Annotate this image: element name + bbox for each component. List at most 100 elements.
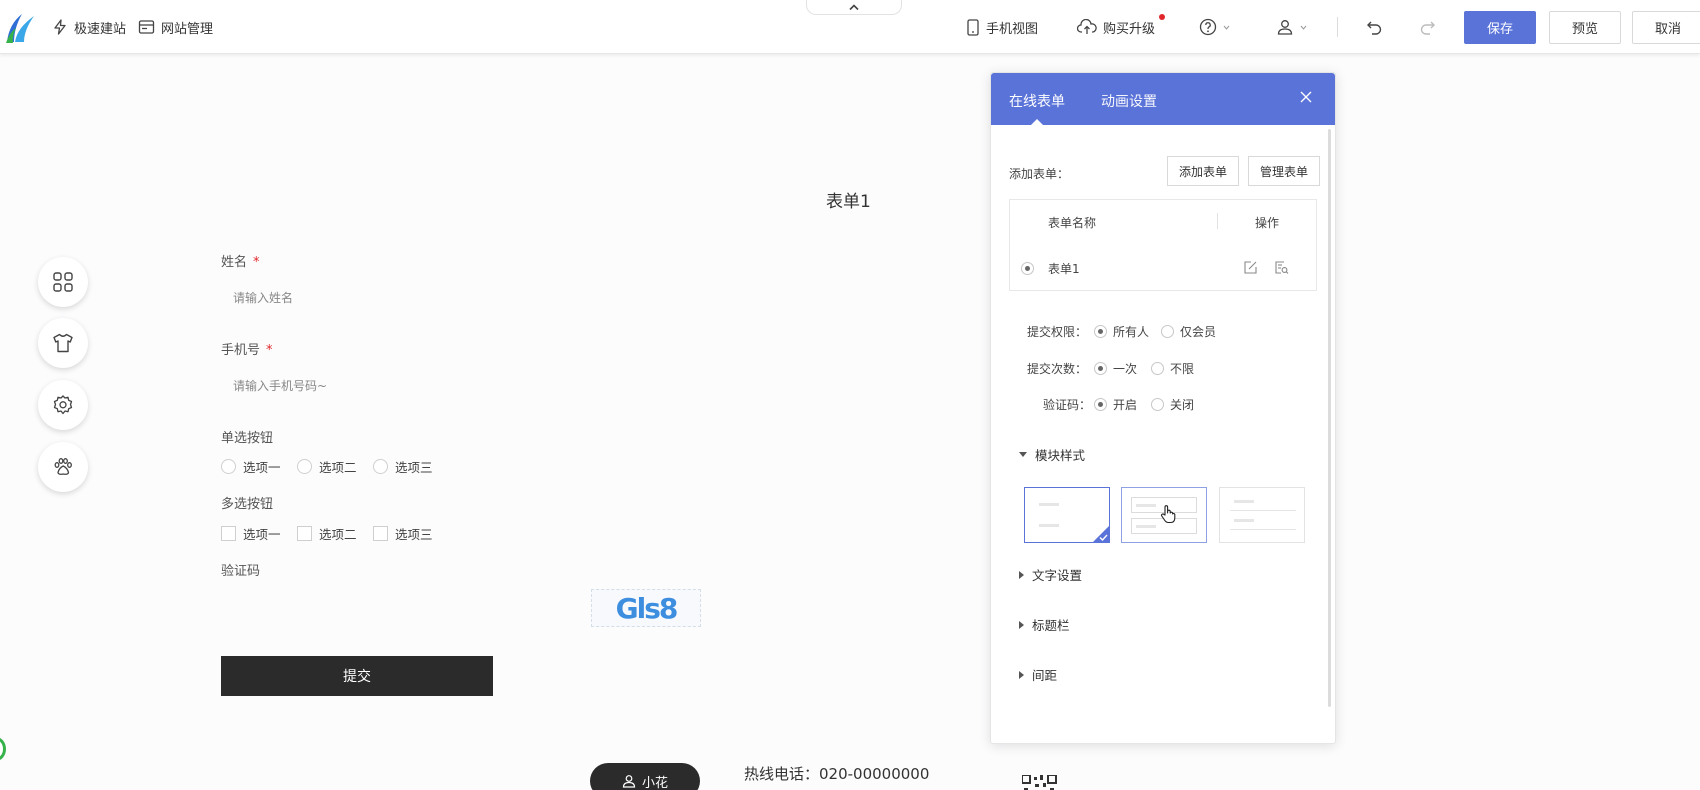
captcha-on-radio[interactable] (1094, 398, 1107, 411)
notification-dot (1159, 14, 1165, 20)
style-option-2[interactable] (1121, 487, 1207, 543)
form-list-table: 表单名称 操作 表单1 (1009, 199, 1317, 291)
site-manage-button[interactable]: 网站管理 (138, 0, 213, 54)
radio-circle[interactable] (221, 459, 236, 474)
contact-button[interactable]: 小花 (590, 763, 700, 790)
undo-button[interactable] (1366, 0, 1383, 54)
permission-member-radio[interactable] (1161, 325, 1174, 338)
help-menu[interactable] (1199, 0, 1230, 54)
checkbox-option-2[interactable]: 选项二 (297, 524, 357, 543)
permission-all-radio[interactable] (1094, 325, 1107, 338)
radio-circle[interactable] (373, 459, 388, 474)
view-data-icon[interactable] (1274, 260, 1289, 275)
cancel-button[interactable]: 取消 (1632, 11, 1700, 44)
submit-button[interactable]: 提交 (221, 656, 493, 696)
service-float-button[interactable] (0, 737, 6, 761)
table-header-divider (1217, 213, 1218, 229)
shirt-icon (53, 333, 73, 353)
module-style-section[interactable]: 模块样式 (1019, 445, 1085, 464)
redo-button[interactable] (1419, 0, 1436, 54)
captcha-setting-label: 验证码： (1043, 398, 1092, 412)
chevron-down-icon (1300, 25, 1307, 30)
plugins-tool-button[interactable] (38, 442, 88, 492)
submit-permission-label: 提交权限： (1027, 325, 1088, 339)
permission-all-label[interactable]: 所有人 (1113, 323, 1149, 340)
quick-build-label: 极速建站 (74, 21, 127, 37)
gear-icon (53, 395, 73, 415)
captcha-text: Gls8 (615, 591, 679, 625)
qr-code-icon (1022, 775, 1057, 790)
count-unlimited-label[interactable]: 不限 (1170, 360, 1194, 377)
submit-count-label: 提交次数： (1027, 362, 1088, 376)
phone-label: 手机号 * (221, 343, 273, 358)
table-header-name: 表单名称 (1048, 216, 1097, 230)
captcha-image[interactable]: Gls8 (591, 589, 701, 627)
spacing-section[interactable]: 间距 (1019, 665, 1057, 684)
captcha-on-label[interactable]: 开启 (1113, 396, 1137, 413)
permission-member-label[interactable]: 仅会员 (1180, 323, 1216, 340)
theme-tool-button[interactable] (38, 318, 88, 368)
required-mark: * (266, 343, 273, 358)
upgrade-label: 购买升级 (1103, 21, 1156, 37)
manage-form-button[interactable]: 管理表单 (1248, 156, 1321, 186)
collapse-toolbar-tab[interactable] (806, 0, 902, 15)
captcha-off-radio[interactable] (1151, 398, 1164, 411)
user-icon (1277, 20, 1293, 35)
count-once-label[interactable]: 一次 (1113, 360, 1137, 377)
panel-scrollbar[interactable] (1328, 129, 1331, 707)
name-input[interactable] (221, 278, 981, 318)
hand-pointer-icon (1161, 505, 1176, 524)
text-settings-section[interactable]: 文字设置 (1019, 565, 1082, 584)
logo[interactable] (4, 10, 38, 44)
checkbox-box[interactable] (297, 526, 312, 541)
toolbar-divider (1337, 17, 1338, 37)
style-option-1[interactable] (1024, 487, 1110, 543)
add-form-button[interactable]: 添加表单 (1167, 156, 1240, 186)
add-form-label: 添加表单： (1009, 167, 1070, 181)
check-icon (1099, 534, 1108, 541)
radio-group-label: 单选按钮 (221, 431, 274, 446)
phone-input[interactable] (221, 366, 981, 406)
radio-option-3[interactable]: 选项三 (373, 457, 433, 476)
table-header-actions: 操作 (1255, 216, 1280, 230)
quick-build-button[interactable]: 极速建站 (52, 0, 126, 54)
radio-circle[interactable] (297, 459, 312, 474)
radio-option-1[interactable]: 选项一 (221, 457, 281, 476)
preview-button[interactable]: 预览 (1549, 11, 1621, 44)
caret-right-icon (1019, 620, 1024, 629)
required-mark: * (253, 255, 260, 270)
checkbox-box[interactable] (221, 526, 236, 541)
mobile-view-label: 手机视图 (986, 21, 1039, 37)
radio-option-2[interactable]: 选项二 (297, 457, 357, 476)
form-title: 表单1 (826, 192, 871, 212)
checkbox-group-label: 多选按钮 (221, 497, 274, 512)
checkbox-box[interactable] (373, 526, 388, 541)
captcha-off-label[interactable]: 关闭 (1170, 396, 1194, 413)
close-icon[interactable] (1299, 90, 1313, 104)
edit-icon[interactable] (1243, 260, 1258, 275)
tab-animation[interactable]: 动画设置 (1101, 91, 1157, 111)
captcha-label: 验证码 (221, 564, 261, 579)
checkbox-option-1[interactable]: 选项一 (221, 524, 281, 543)
tab-online-form[interactable]: 在线表单 (1009, 91, 1065, 111)
account-menu[interactable] (1276, 0, 1307, 54)
upgrade-button[interactable]: 购买升级 (1077, 0, 1155, 54)
site-manage-label: 网站管理 (161, 21, 214, 37)
count-unlimited-radio[interactable] (1151, 362, 1164, 375)
count-once-radio[interactable] (1094, 362, 1107, 375)
form-row-radio[interactable] (1021, 262, 1034, 275)
form-settings-panel: 在线表单 动画设置 添加表单： 添加表单 管理表单 表单名称 操作 表单1 提交… (990, 72, 1336, 744)
checkbox-option-3[interactable]: 选项三 (373, 524, 433, 543)
mobile-view-button[interactable]: 手机视图 (966, 0, 1038, 54)
settings-tool-button[interactable] (38, 380, 88, 430)
form-row-name: 表单1 (1048, 262, 1080, 276)
user-icon (622, 775, 636, 788)
contact-name: 小花 (641, 775, 668, 790)
chevron-down-icon (1223, 25, 1230, 30)
caret-right-icon (1019, 570, 1024, 579)
caret-down-icon (1019, 452, 1027, 457)
style-option-3[interactable] (1219, 487, 1305, 543)
title-bar-section[interactable]: 标题栏 (1019, 615, 1070, 634)
save-button[interactable]: 保存 (1464, 11, 1536, 44)
components-tool-button[interactable] (38, 257, 88, 307)
